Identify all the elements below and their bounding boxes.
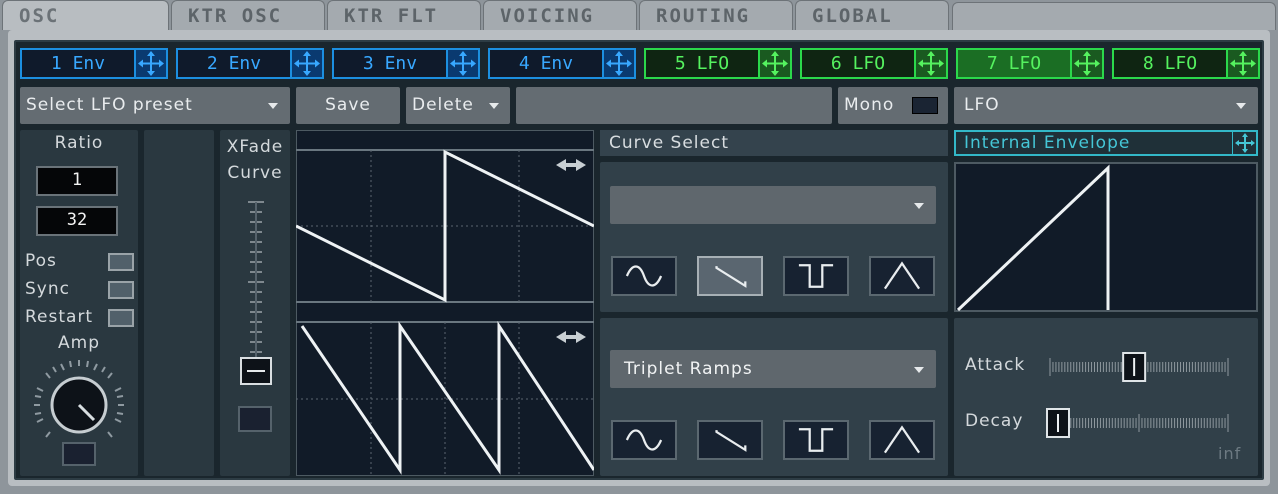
curve-dropdown-1[interactable] — [610, 186, 936, 224]
square-wave-icon — [798, 428, 834, 452]
lfo-type-dropdown[interactable]: LFO — [954, 87, 1258, 124]
move-icon[interactable] — [1232, 132, 1256, 154]
blank-panel — [144, 130, 214, 476]
lfo-preset-label: Select LFO preset — [26, 95, 193, 115]
restart-checkbox[interactable] — [108, 309, 134, 327]
tab-osc[interactable]: OSC — [2, 0, 169, 30]
mod-tab-2-env[interactable]: 2 Env — [176, 48, 324, 79]
curve2-sine-button[interactable] — [611, 420, 677, 460]
curve2-ramp-button[interactable] — [697, 420, 763, 460]
xfade-slider[interactable] — [238, 198, 274, 388]
ratio-denominator-field[interactable]: 32 — [36, 206, 118, 236]
amp-mod-slot[interactable] — [62, 442, 96, 466]
tab-voicing[interactable]: VOICING — [483, 0, 637, 30]
ratio-label: Ratio — [54, 133, 104, 153]
lfo-type-label: LFO — [964, 95, 1000, 115]
drag-move-icon[interactable] — [1226, 50, 1258, 77]
decay-label: Decay — [965, 411, 1024, 431]
mod-tab-8-lfo[interactable]: 8 LFO — [1112, 48, 1260, 79]
mono-toggle[interactable]: Mono — [838, 87, 948, 124]
curve-dropdown-2-value: Triplet Ramps — [624, 359, 753, 379]
drag-move-icon[interactable] — [446, 50, 478, 77]
mod-tab-label: 5 LFO — [674, 53, 730, 74]
preset-name-field[interactable] — [516, 87, 832, 124]
delete-button[interactable]: Delete — [406, 87, 510, 124]
mono-checkbox[interactable] — [912, 97, 938, 114]
xfade-curve-label: XFade Curve — [226, 137, 284, 183]
curve-dropdown-2[interactable]: Triplet Ramps — [610, 350, 936, 388]
drag-move-icon[interactable] — [290, 50, 322, 77]
tab-bar-filler — [952, 2, 1276, 30]
sync-label: Sync — [25, 279, 70, 299]
ramp-wave-icon — [715, 266, 747, 288]
chevron-down-icon — [489, 103, 499, 109]
lfo-preset-dropdown[interactable]: Select LFO preset — [20, 87, 290, 124]
curve2-triangle-button[interactable] — [869, 420, 935, 460]
lfo-waveform-display[interactable] — [296, 130, 594, 476]
mod-tab-label: 3 Env — [362, 53, 418, 74]
amp-label: Amp — [58, 333, 100, 353]
mono-label: Mono — [844, 95, 895, 115]
mod-tab-6-lfo[interactable]: 6 LFO — [800, 48, 948, 79]
mod-tab-label: 2 Env — [206, 53, 262, 74]
mod-tab-4-env[interactable]: 4 Env — [488, 48, 636, 79]
drag-move-icon[interactable] — [758, 50, 790, 77]
drag-move-icon[interactable] — [1070, 50, 1102, 77]
decay-max-label: inf — [1218, 444, 1242, 463]
internal-envelope-label: Internal Envelope — [964, 133, 1131, 153]
drag-move-icon[interactable] — [134, 50, 166, 77]
xfade-mod-slot[interactable] — [238, 406, 272, 432]
triangle-wave-icon — [883, 261, 921, 290]
mod-tab-label: 1 Env — [50, 53, 106, 74]
sync-checkbox[interactable] — [108, 281, 134, 299]
curve1-sine-button[interactable] — [611, 256, 677, 296]
drag-move-icon[interactable] — [914, 50, 946, 77]
curve1-ramp-button[interactable] — [697, 256, 763, 296]
tab-ktr-osc[interactable]: KTR OSC — [171, 0, 325, 30]
mod-tab-label: 8 LFO — [1142, 53, 1198, 74]
tab-global[interactable]: GLOBAL — [795, 0, 949, 30]
decay-slider[interactable] — [1046, 408, 1232, 438]
curve2-square-button[interactable] — [783, 420, 849, 460]
curve1-square-button[interactable] — [783, 256, 849, 296]
sine-wave-icon — [625, 429, 663, 451]
chevron-down-icon — [268, 103, 278, 109]
ramp-wave-icon — [715, 430, 747, 452]
envelope-display[interactable] — [954, 162, 1258, 312]
mod-tab-label: 6 LFO — [830, 53, 886, 74]
curve1-triangle-button[interactable] — [869, 256, 935, 296]
save-button[interactable]: Save — [296, 87, 400, 124]
mod-tab-5-lfo[interactable]: 5 LFO — [644, 48, 792, 79]
square-wave-icon — [798, 264, 834, 288]
triangle-wave-icon — [883, 425, 921, 454]
mod-tab-3-env[interactable]: 3 Env — [332, 48, 480, 79]
attack-slider[interactable] — [1046, 352, 1232, 382]
ratio-numerator-field[interactable]: 1 — [36, 166, 118, 196]
tab-ktr-flt[interactable]: KTR FLT — [327, 0, 481, 30]
pos-label: Pos — [25, 251, 57, 271]
chevron-down-icon — [1236, 103, 1246, 109]
pos-checkbox[interactable] — [108, 253, 134, 271]
mod-tab-1-env[interactable]: 1 Env — [20, 48, 168, 79]
mod-tab-label: 4 Env — [518, 53, 574, 74]
internal-envelope-header: Internal Envelope — [954, 130, 1258, 156]
attack-label: Attack — [965, 355, 1026, 375]
restart-label: Restart — [25, 307, 94, 327]
delete-label: Delete — [412, 95, 474, 115]
drag-move-icon[interactable] — [602, 50, 634, 77]
mod-tab-label: 7 LFO — [986, 53, 1042, 74]
chevron-down-icon — [914, 203, 924, 209]
amp-knob[interactable] — [32, 358, 126, 452]
curve-select-label: Curve Select — [600, 130, 948, 156]
tab-routing[interactable]: ROUTING — [639, 0, 793, 30]
chevron-down-icon — [914, 367, 924, 373]
envelope-controls-panel — [954, 318, 1258, 476]
mod-tab-7-lfo[interactable]: 7 LFO — [956, 48, 1104, 79]
sine-wave-icon — [625, 265, 663, 287]
